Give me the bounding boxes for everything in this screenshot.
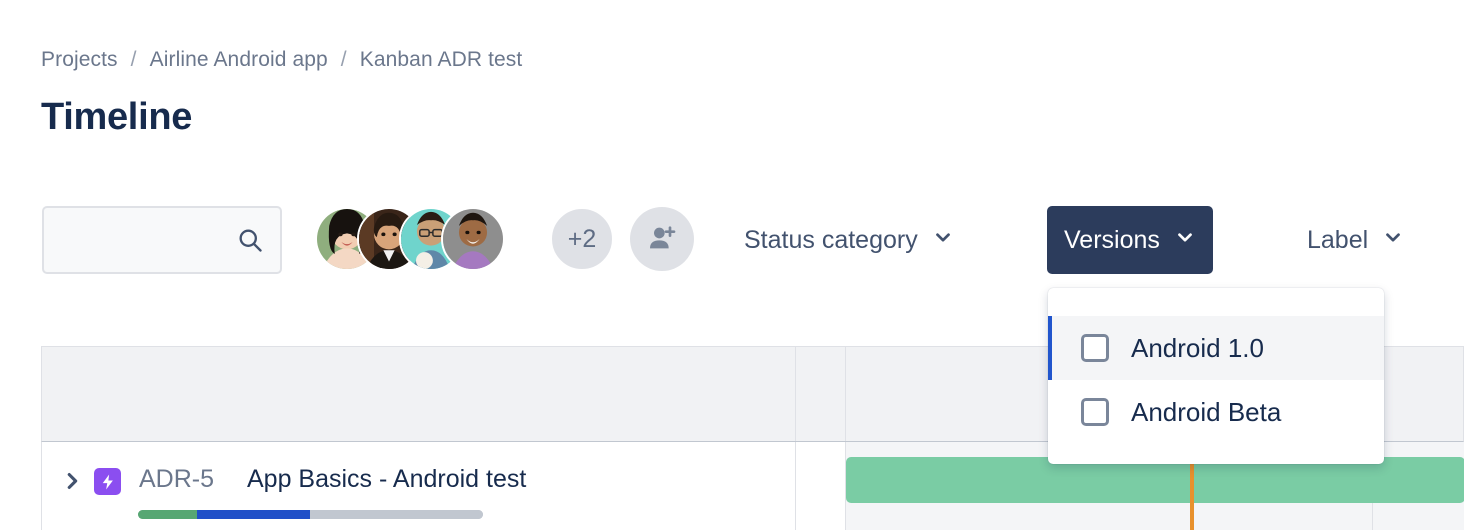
chevron-down-icon xyxy=(1174,226,1196,255)
versions-option-android-1-0[interactable]: Android 1.0 xyxy=(1048,316,1384,380)
checkbox-icon[interactable] xyxy=(1081,334,1109,362)
chevron-down-icon xyxy=(932,226,954,255)
issue-summary[interactable]: App Basics - Android test xyxy=(247,465,526,494)
versions-option-label: Android 1.0 xyxy=(1131,332,1264,363)
timeline-row-details: ADR-5 App Basics - Android test xyxy=(42,442,792,530)
epic-icon xyxy=(94,468,121,495)
timeline-page: Projects / Airline Android app / Kanban … xyxy=(0,0,1464,530)
versions-option-android-beta[interactable]: Android Beta xyxy=(1048,380,1384,444)
checkbox-icon[interactable] xyxy=(1081,398,1109,426)
search-input[interactable] xyxy=(58,208,248,272)
breadcrumb-separator: / xyxy=(340,48,347,71)
column-divider xyxy=(795,347,796,441)
filter-label[interactable]: Label xyxy=(1290,206,1421,274)
chevron-down-icon xyxy=(1382,226,1404,255)
issue-key[interactable]: ADR-5 xyxy=(139,465,214,494)
avatar[interactable] xyxy=(441,207,505,271)
progress-segment-inprogress xyxy=(196,510,311,519)
column-divider xyxy=(845,347,846,441)
versions-dropdown-menu: Android 1.0 Android Beta xyxy=(1048,288,1384,464)
filter-status-category-label: Status category xyxy=(744,225,918,254)
progress-bar xyxy=(138,510,483,519)
breadcrumb-item-board[interactable]: Kanban ADR test xyxy=(360,48,523,72)
filter-toolbar: +2 Status category Versions Label xyxy=(0,206,1464,276)
progress-segment-todo xyxy=(310,510,483,519)
add-person-button[interactable] xyxy=(630,207,694,271)
versions-option-label: Android Beta xyxy=(1131,396,1282,427)
avatar-image xyxy=(443,209,503,269)
search-icon xyxy=(236,226,264,254)
breadcrumb-item-projects[interactable]: Projects xyxy=(41,48,118,72)
filter-versions-label: Versions xyxy=(1064,225,1160,254)
chevron-right-icon[interactable] xyxy=(61,470,83,492)
breadcrumb-item-project[interactable]: Airline Android app xyxy=(150,48,328,72)
filter-status-category[interactable]: Status category xyxy=(727,206,971,274)
avatar-overflow-label: +2 xyxy=(567,224,597,253)
avatar-overflow-count[interactable]: +2 xyxy=(550,207,614,271)
breadcrumb-separator: / xyxy=(130,48,137,71)
breadcrumb: Projects / Airline Android app / Kanban … xyxy=(41,48,522,72)
search-box[interactable] xyxy=(42,206,282,274)
filter-label-label: Label xyxy=(1307,225,1369,254)
progress-segment-done xyxy=(138,510,197,519)
page-title: Timeline xyxy=(41,96,193,138)
filter-versions[interactable]: Versions xyxy=(1047,206,1213,274)
add-person-icon xyxy=(650,226,676,249)
column-divider xyxy=(795,442,796,530)
